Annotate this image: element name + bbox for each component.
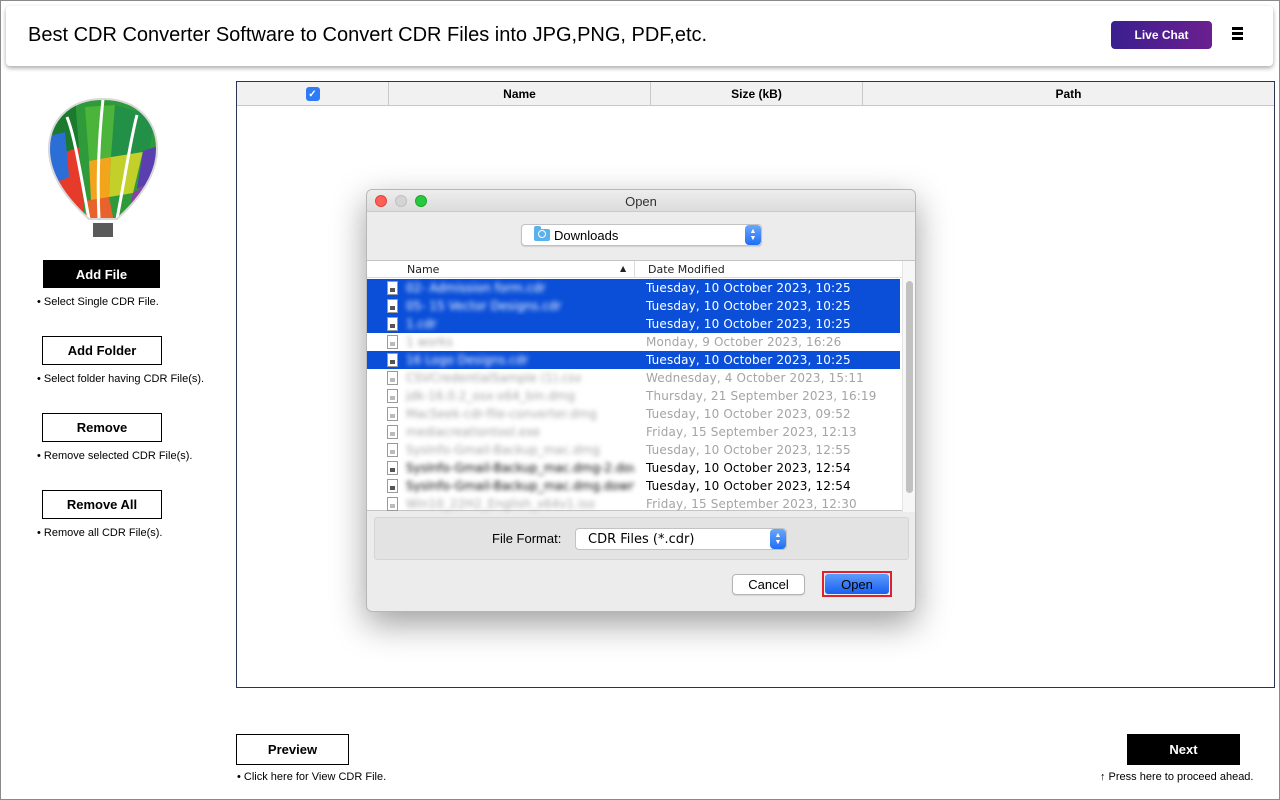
file-list-header: Name ▲ Date Modified	[367, 261, 902, 278]
file-format-value: CDR Files (*.cdr)	[588, 532, 695, 547]
file-row[interactable]: 02- Admission form.cdr Tuesday, 10 Octobe…	[367, 279, 900, 297]
file-date-modified: Friday, 15 September 2023, 12:13	[646, 425, 857, 439]
dialog-titlebar: Open	[367, 190, 915, 212]
remove-all-button[interactable]: Remove All	[42, 490, 162, 519]
file-row[interactable]: SysInfo-Gmail-Backup_mac.dmg-2.download T…	[367, 459, 900, 477]
file-format-label: File Format:	[492, 531, 562, 546]
file-date-modified: Tuesday, 10 October 2023, 09:52	[646, 407, 851, 421]
add-file-button[interactable]: Add File	[43, 260, 160, 288]
document-file-icon	[387, 299, 398, 313]
file-date-modified: Thursday, 21 September 2023, 16:19	[646, 389, 877, 403]
file-date-modified: Tuesday, 10 October 2023, 10:25	[646, 353, 851, 367]
preview-hint: • Click here for View CDR File.	[237, 771, 387, 783]
document-file-icon	[387, 317, 398, 331]
file-row[interactable]: SysInfo-Gmail-Backup_mac.dmg.download Tue…	[367, 477, 900, 495]
live-chat-button[interactable]: Live Chat	[1111, 21, 1212, 49]
header-checkbox-cell: ✓	[237, 82, 389, 106]
document-file-icon	[387, 407, 398, 421]
file-row[interactable]: 05- 15 Vector Designs.cdr Tuesday, 10 Oct…	[367, 297, 900, 315]
file-row[interactable]: SysInfo-Gmail-Backup_mac.dmg Tuesday, 10 …	[367, 441, 900, 459]
file-row[interactable]: 1 works Monday, 9 October 2023, 16:26	[367, 333, 900, 351]
file-date-modified: Tuesday, 10 October 2023, 10:25	[646, 281, 851, 295]
file-date-modified: Monday, 9 October 2023, 16:26	[646, 335, 842, 349]
file-row[interactable]: Win10_22H2_English_x64v1.iso Friday, 15 S…	[367, 495, 900, 513]
open-button[interactable]: Open	[825, 574, 889, 594]
file-format-bar: File Format: CDR Files (*.cdr) ▲ ▼	[374, 517, 909, 560]
file-row[interactable]: 16 Logo Designs.cdr Tuesday, 10 October 2…	[367, 351, 900, 369]
scrollbar-thumb[interactable]	[906, 281, 913, 493]
file-row[interactable]: jdk-16.0.2_osx-x64_bin.dmg Thursday, 21 S…	[367, 387, 900, 405]
app-window: Best CDR Converter Software to Convert C…	[0, 0, 1280, 800]
document-file-icon	[387, 371, 398, 385]
column-header-name[interactable]: Name	[389, 82, 651, 106]
add-folder-hint: • Select folder having CDR File(s).	[37, 373, 205, 385]
add-folder-button[interactable]: Add Folder	[42, 336, 162, 365]
vertical-scrollbar[interactable]	[902, 261, 915, 512]
preview-button[interactable]: Preview	[236, 734, 349, 765]
sort-ascending-icon: ▲	[620, 264, 627, 273]
file-format-dropdown[interactable]: CDR Files (*.cdr) ▲ ▼	[575, 528, 787, 550]
file-row[interactable]: mediacreationtool.exe Friday, 15 Septembe…	[367, 423, 900, 441]
file-date-modified: Tuesday, 10 October 2023, 10:25	[646, 317, 851, 331]
hot-air-balloon-logo	[45, 97, 161, 241]
location-dropdown[interactable]: Downloads ▲ ▼	[521, 224, 762, 246]
header-bar: Best CDR Converter Software to Convert C…	[6, 6, 1273, 66]
document-file-icon	[387, 425, 398, 439]
document-file-icon	[387, 281, 398, 295]
updown-chevron-icon: ▲ ▼	[745, 225, 761, 245]
file-row[interactable]: CSVCredentialSample (1).csv Wednesday, 4 …	[367, 369, 900, 387]
select-all-checkbox[interactable]: ✓	[305, 87, 320, 101]
name-column-header[interactable]: Name	[407, 263, 439, 276]
column-divider	[634, 261, 635, 278]
file-name: 1 works	[406, 335, 453, 349]
page-title: Best CDR Converter Software to Convert C…	[28, 24, 708, 46]
document-file-icon	[387, 335, 398, 349]
file-name: SysInfo-Gmail-Backup_mac.dmg	[406, 443, 600, 457]
hamburger-menu-icon[interactable]	[1232, 27, 1246, 41]
column-header-path[interactable]: Path	[863, 82, 1274, 106]
remove-all-hint: • Remove all CDR File(s).	[37, 527, 163, 539]
file-name: 1.cdr	[406, 317, 437, 331]
add-file-hint: • Select Single CDR File.	[37, 296, 159, 308]
location-label: Downloads	[554, 228, 619, 243]
date-column-header[interactable]: Date Modified	[648, 263, 725, 276]
file-date-modified: Tuesday, 10 October 2023, 12:55	[646, 443, 851, 457]
dialog-file-list[interactable]: Name ▲ Date Modified 02- Admission form.…	[367, 260, 915, 513]
file-name: jdk-16.0.2_osx-x64_bin.dmg	[406, 389, 576, 403]
file-name: Win10_22H2_English_x64v1.iso	[406, 497, 595, 511]
table-header: ✓ Name Size (kB) Path	[237, 82, 1274, 106]
file-date-modified: Friday, 15 September 2023, 12:30	[646, 497, 857, 511]
file-name: 05- 15 Vector Designs.cdr	[406, 299, 562, 313]
cancel-button[interactable]: Cancel	[732, 574, 805, 595]
file-name: MacSeek-cdr-file-converter.dmg	[406, 407, 597, 421]
file-date-modified: Wednesday, 4 October 2023, 15:11	[646, 371, 864, 385]
document-file-icon	[387, 497, 398, 511]
file-date-modified: Tuesday, 10 October 2023, 10:25	[646, 299, 851, 313]
next-button[interactable]: Next	[1127, 734, 1240, 765]
document-file-icon	[387, 353, 398, 367]
file-name: mediacreationtool.exe	[406, 425, 541, 439]
next-hint: ↑ Press here to proceed ahead.	[1100, 771, 1254, 783]
document-file-icon	[387, 479, 398, 493]
file-name: SysInfo-Gmail-Backup_mac.dmg-2.download	[406, 461, 634, 475]
column-header-size[interactable]: Size (kB)	[651, 82, 863, 106]
file-name: 16 Logo Designs.cdr	[406, 353, 529, 367]
downloads-folder-icon	[534, 226, 550, 241]
open-file-dialog: Open Downloads ▲ ▼ Name ▲ Date Modified 0…	[366, 189, 916, 612]
file-name: CSVCredentialSample (1).csv	[406, 371, 582, 385]
file-date-modified: Tuesday, 10 October 2023, 12:54	[646, 461, 851, 475]
document-file-icon	[387, 461, 398, 475]
document-file-icon	[387, 443, 398, 457]
updown-chevron-icon: ▲ ▼	[770, 529, 786, 549]
remove-hint: • Remove selected CDR File(s).	[37, 450, 193, 462]
remove-button[interactable]: Remove	[42, 413, 162, 442]
file-name: 02- Admission form.cdr	[406, 281, 546, 295]
dialog-title: Open	[625, 194, 657, 209]
file-date-modified: Tuesday, 10 October 2023, 12:54	[646, 479, 851, 493]
file-row[interactable]: 1.cdr Tuesday, 10 October 2023, 10:25	[367, 315, 900, 333]
document-file-icon	[387, 389, 398, 403]
file-row[interactable]: MacSeek-cdr-file-converter.dmg Tuesday, 1…	[367, 405, 900, 423]
file-name: SysInfo-Gmail-Backup_mac.dmg.download	[406, 479, 634, 493]
